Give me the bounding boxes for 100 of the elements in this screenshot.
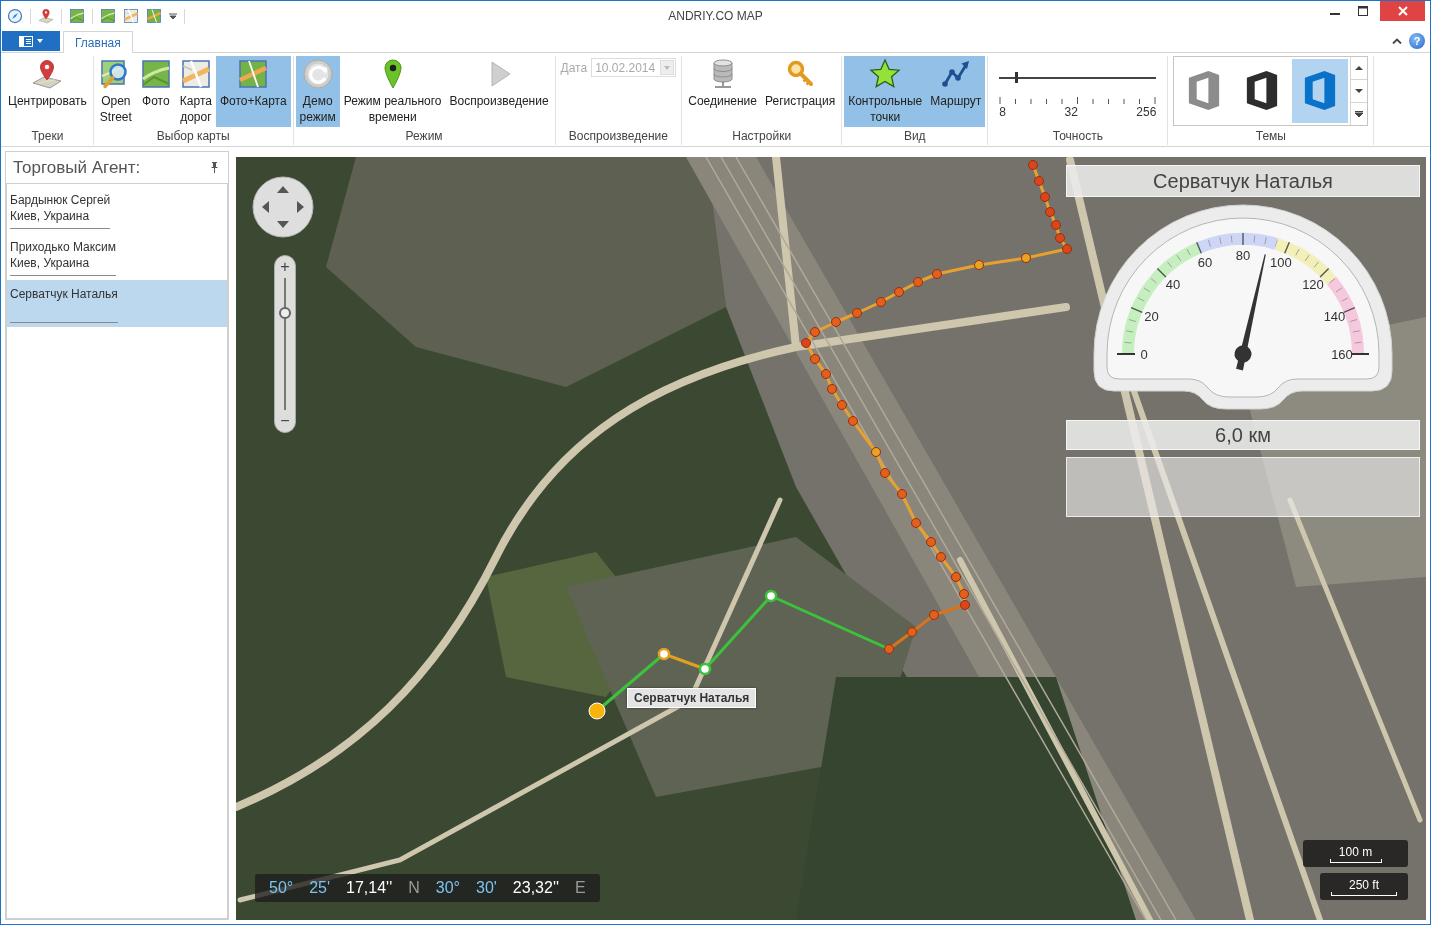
registration-button[interactable]: Регистрация: [761, 56, 840, 127]
gauge-label: 120: [1302, 276, 1324, 292]
degrees-value: 50°: [269, 879, 294, 897]
route-point: [821, 369, 831, 379]
slider-thumb[interactable]: [1014, 72, 1018, 83]
pan-right-icon[interactable]: [297, 201, 304, 213]
agent-city: Киев, Украина: [10, 255, 91, 271]
route-point: [837, 400, 847, 410]
pin-on-map-icon: [31, 58, 64, 90]
route-point: [810, 327, 820, 337]
pan-down-icon[interactable]: [277, 221, 289, 228]
pan-left-icon[interactable]: [262, 201, 269, 213]
group-label: Вид: [902, 128, 927, 145]
expand-list-icon: [1355, 111, 1364, 117]
collapse-ribbon-icon[interactable]: [1392, 38, 1402, 44]
route-point: [810, 354, 820, 364]
route-point: [960, 600, 970, 610]
ribbon-tab[interactable]: Главная: [63, 31, 133, 53]
file-menu-button[interactable]: [2, 31, 60, 51]
route-point: [884, 644, 894, 654]
route-point: [871, 447, 881, 457]
gauge-label: 140: [1323, 308, 1346, 324]
checkpoints-button[interactable]: Контрольные точки: [844, 56, 927, 127]
route-point: [932, 269, 942, 279]
open-street-button[interactable]: Open Street: [95, 56, 136, 127]
route-icon: [939, 58, 972, 90]
agent-city: Киев, Украина: [10, 208, 91, 224]
zoom-slider-thumb[interactable]: [279, 306, 291, 319]
route-point: [852, 308, 862, 318]
gauge-label: 160: [1331, 346, 1353, 362]
route-point: [926, 537, 936, 547]
center-map-button[interactable]: Центрировать: [4, 56, 91, 127]
route-point: [936, 552, 946, 562]
agent-name: Бардынюк Сергей: [10, 192, 111, 208]
route-point: [1045, 207, 1055, 217]
group-label: Точность: [1051, 128, 1104, 145]
route-point: [827, 384, 837, 394]
route-point: [1055, 233, 1065, 243]
route-point: [1040, 192, 1050, 202]
route-button[interactable]: Маршрут: [926, 56, 986, 127]
pin-icon[interactable]: [211, 162, 218, 173]
scale-label: 100 m: [1338, 845, 1373, 859]
zoom-in-button[interactable]: +: [275, 256, 295, 278]
agent-list-item[interactable]: Серватчук Наталья: [7, 280, 227, 327]
maximize-icon: [1358, 6, 1368, 16]
route-point: [1021, 253, 1031, 263]
minimize-icon: [1330, 12, 1340, 15]
gauge-label: 100: [1270, 255, 1292, 270]
road-map-icon: [179, 58, 212, 90]
gauge-label: 60: [1197, 255, 1213, 270]
photo-map-button[interactable]: Фото: [135, 56, 176, 127]
agent-list-item[interactable]: Приходько Максим Киев, Украина: [7, 233, 227, 280]
hemisphere-label: N: [408, 879, 420, 897]
route-point: [1034, 176, 1044, 186]
route-point: [929, 610, 939, 620]
pan-control[interactable]: [252, 176, 314, 238]
route-point: [1062, 244, 1072, 254]
route-point: [913, 277, 923, 287]
group-label: Темы: [1254, 128, 1287, 145]
satellite-tile-icon[interactable]: [100, 8, 116, 24]
distance-panel: 6,0 км: [1066, 420, 1420, 450]
route-node: [764, 589, 778, 603]
road-map-icon[interactable]: [123, 8, 139, 24]
agent-list-item[interactable]: Бардынюк Сергей Киев, Украина: [7, 186, 227, 233]
satellite-tile-icon[interactable]: [69, 8, 85, 24]
route-point: [911, 518, 921, 528]
panel-title: Торговый Агент:: [13, 157, 141, 178]
route-point: [894, 287, 904, 297]
seconds-value: 17,14'': [346, 879, 393, 897]
tick-label: 8: [999, 105, 1007, 119]
hybrid-map-icon: [237, 58, 270, 90]
route-point: [876, 297, 886, 307]
star-icon: [869, 58, 902, 90]
zoom-out-button[interactable]: −: [275, 410, 295, 432]
route-point: [951, 572, 961, 582]
caret-up-icon: [1355, 65, 1364, 71]
playback-button[interactable]: Воспроизведение: [445, 56, 553, 127]
route-node: [657, 647, 671, 661]
hybrid-map-button[interactable]: Фото+Карта: [215, 56, 291, 127]
caret-down-icon[interactable]: [169, 13, 177, 19]
route-point: [974, 260, 984, 270]
hybrid-map-icon[interactable]: [146, 8, 162, 24]
refresh-icon: [301, 58, 334, 90]
connection-button[interactable]: Соединение: [684, 56, 761, 127]
road-map-button[interactable]: Карта дорог: [175, 56, 216, 127]
gauge-label: 40: [1165, 276, 1181, 292]
route-point: [959, 589, 969, 599]
route-node: [698, 662, 712, 676]
pin-on-map-icon[interactable]: [38, 8, 54, 24]
tick-label: 32: [1064, 105, 1078, 119]
degrees-value: 30°: [435, 879, 460, 897]
realtime-mode-button[interactable]: Режим реального времени: [339, 56, 446, 127]
scale-ruler-icon: [1331, 891, 1397, 896]
group-label: Выбор карты: [155, 128, 231, 145]
pan-up-icon[interactable]: [277, 186, 289, 193]
compass-icon[interactable]: [7, 8, 23, 24]
route-point: [880, 468, 890, 478]
demo-mode-button[interactable]: Демо режим: [295, 56, 340, 127]
route-point: [1051, 220, 1061, 230]
group-label: Воспроизведение: [567, 128, 669, 145]
